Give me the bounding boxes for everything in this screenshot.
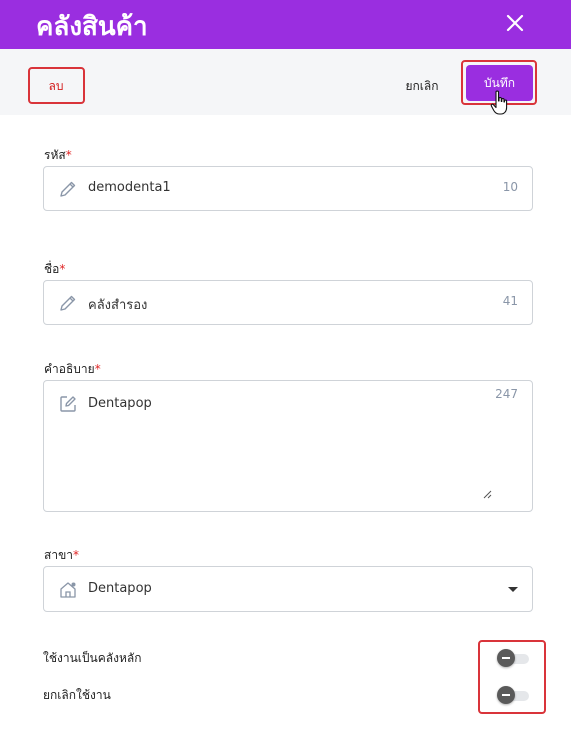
description-char-count: 247 [495,387,518,401]
code-input[interactable]: demodenta1 10 [43,166,533,211]
name-label: ชื่อ* [44,262,66,276]
modal-title: คลังสินค้า [36,12,148,42]
pencil-icon [60,181,76,197]
disable-toggle[interactable] [497,686,529,704]
code-label: รหัส* [44,148,72,162]
branch-select[interactable]: Dentapop [43,566,533,612]
branch-label: สาขา* [44,548,80,562]
modal-header: คลังสินค้า [0,0,571,49]
toggle-knob [497,649,515,667]
code-value: demodenta1 [88,180,171,195]
name-char-count: 41 [502,294,518,308]
code-char-count: 10 [502,180,518,194]
branch-value: Dentapop [88,581,152,596]
cancel-button[interactable]: ยกเลิก [398,70,446,102]
name-input[interactable]: คลังสำรอง 41 [43,280,533,325]
store-icon [60,582,76,598]
main-warehouse-label: ใช้งานเป็นคลังหลัก [43,651,142,665]
hand-pointer-icon [490,90,508,115]
name-value: คลังสำรอง [88,298,148,313]
description-value: Dentapop [88,396,152,411]
close-icon[interactable] [503,11,527,35]
chevron-down-icon[interactable] [508,587,518,592]
description-label: คำอธิบาย* [44,362,101,376]
main-warehouse-toggle[interactable] [497,649,529,667]
edit-square-icon [60,396,76,412]
disable-label: ยกเลิกใช้งาน [43,688,111,702]
delete-button[interactable]: ลบ [30,70,82,102]
pencil-icon [60,295,76,311]
description-textarea[interactable]: Dentapop 247 [43,380,533,512]
toggle-knob [497,686,515,704]
resize-handle-icon[interactable] [482,489,492,499]
